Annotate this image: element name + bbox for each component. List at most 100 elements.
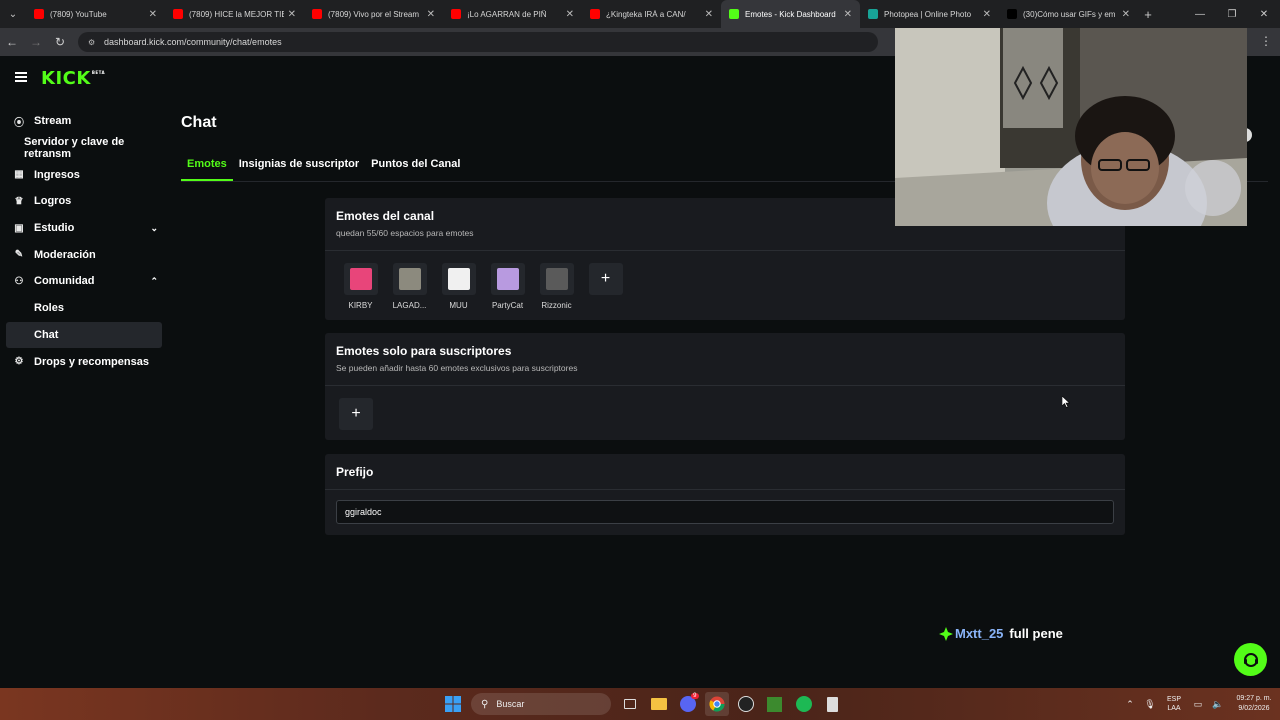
tab-emotes[interactable]: Emotes bbox=[181, 154, 233, 181]
windows-start-icon[interactable] bbox=[441, 692, 465, 716]
calculator-icon[interactable] bbox=[821, 692, 845, 716]
close-tab-icon[interactable]: ✕ bbox=[983, 9, 991, 20]
network-icon[interactable]: ▭ bbox=[1188, 699, 1208, 710]
sidebar-item-chat[interactable]: Chat bbox=[6, 321, 162, 349]
system-tray: ⌃ 🎙 ESP LAA ▭ 🔈 09:27 p. m. 9/02/2026 bbox=[1120, 688, 1280, 720]
sidebar-item-logros[interactable]: ♛ Logros bbox=[0, 188, 170, 215]
chat-message: full pene bbox=[1009, 626, 1063, 641]
emote-item[interactable]: Rizzonic bbox=[532, 263, 581, 310]
chevron-up-icon[interactable]: ⌃ bbox=[150, 276, 158, 287]
lang-layout: LAA bbox=[1167, 705, 1181, 712]
close-tab-icon[interactable]: ✕ bbox=[1122, 9, 1130, 20]
tab-search-chevron-icon[interactable]: ⌄ bbox=[0, 0, 26, 28]
emote-image bbox=[496, 268, 519, 290]
chat-username: Mxtt_25 bbox=[955, 626, 1004, 641]
sparkle-icon bbox=[939, 626, 953, 641]
panel-header: Emotes solo para suscriptores Se pueden … bbox=[325, 333, 1125, 386]
close-tab-icon[interactable]: ✕ bbox=[288, 9, 296, 20]
sidebar-item-label: Chat bbox=[34, 328, 59, 341]
emote-item[interactable]: KIRBY bbox=[336, 263, 385, 310]
site-settings-icon[interactable]: ⚙ bbox=[88, 38, 98, 47]
add-sub-emote-button[interactable]: + bbox=[339, 398, 373, 430]
language-indicator[interactable]: ESP LAA bbox=[1160, 695, 1188, 713]
chrome-icon[interactable] bbox=[704, 692, 729, 716]
url-text: dashboard.kick.com/community/chat/emotes bbox=[104, 37, 282, 47]
sidebar-item-stream[interactable]: ⦿ Stream bbox=[0, 108, 170, 135]
taskbar-center: ⚲ Buscar 9 bbox=[438, 691, 847, 717]
window-controls: — ❐ ✕ bbox=[1184, 0, 1280, 28]
browser-tab[interactable]: (30)Cómo usar GIFs y em ✕ bbox=[999, 0, 1138, 28]
close-window-icon[interactable]: ✕ bbox=[1248, 0, 1280, 28]
tab-puntos[interactable]: Puntos del Canal bbox=[365, 154, 466, 181]
emote-image bbox=[545, 268, 568, 290]
sidebar-item-moderacion[interactable]: ✎ Moderación bbox=[0, 241, 170, 268]
restore-icon[interactable]: ❐ bbox=[1216, 0, 1248, 28]
sidebar: ⦿ Stream Servidor y clave de retransm ▦ … bbox=[0, 108, 170, 375]
browser-tab[interactable]: Emotes - Kick Dashboard ✕ bbox=[721, 0, 860, 28]
tab-insignias[interactable]: Insignias de suscriptor bbox=[233, 154, 365, 181]
emote-item[interactable]: LAGAD... bbox=[385, 263, 434, 310]
spotify-icon[interactable] bbox=[792, 692, 816, 716]
forward-icon[interactable]: → bbox=[24, 28, 48, 56]
clock[interactable]: 09:27 p. m. 9/02/2026 bbox=[1228, 694, 1280, 714]
file-explorer-icon[interactable] bbox=[647, 692, 671, 716]
sidebar-item-server-key[interactable]: Servidor y clave de retransm bbox=[0, 135, 170, 162]
close-tab-icon[interactable]: ✕ bbox=[149, 9, 157, 20]
tab-title: (7809) Vivo por el Stream bbox=[328, 9, 420, 19]
close-tab-icon[interactable]: ✕ bbox=[427, 9, 435, 20]
emote-image bbox=[398, 268, 421, 290]
add-emote-button[interactable]: + bbox=[588, 263, 623, 295]
new-tab-button[interactable]: + bbox=[1138, 7, 1158, 22]
discord-icon[interactable]: 9 bbox=[676, 692, 700, 716]
sidebar-item-comunidad[interactable]: ⚇ Comunidad ⌃ bbox=[0, 268, 170, 295]
browser-tab[interactable]: (7809) Vivo por el Stream ✕ bbox=[304, 0, 443, 28]
tab-title: ¿Kingteka IRÁ a CAN/ bbox=[606, 9, 686, 19]
emote-thumbnail[interactable] bbox=[343, 263, 378, 295]
tab-favicon-icon bbox=[1007, 9, 1017, 19]
emote-thumbnail[interactable] bbox=[539, 263, 574, 295]
browser-tab[interactable]: (7809) HICE la MEJOR TIE ✕ bbox=[165, 0, 304, 28]
sidebar-item-drops[interactable]: ⚙ Drops y recompensas bbox=[0, 348, 170, 375]
taskbar-search[interactable]: ⚲ Buscar bbox=[471, 693, 611, 715]
address-bar[interactable]: ⚙ dashboard.kick.com/community/chat/emot… bbox=[78, 32, 878, 52]
browser-menu-icon[interactable]: ⋮ bbox=[1260, 34, 1272, 48]
tab-favicon-icon bbox=[729, 9, 739, 19]
clock-date: 9/02/2026 bbox=[1238, 705, 1270, 712]
close-tab-icon[interactable]: ✕ bbox=[566, 9, 574, 20]
panel-header: Prefijo bbox=[325, 454, 1125, 490]
browser-tab[interactable]: Photopea | Online Photo ✕ bbox=[860, 0, 999, 28]
minecraft-icon[interactable] bbox=[763, 692, 787, 716]
webcam-overlay bbox=[895, 28, 1247, 226]
panel-subtitle: Se pueden añadir hasta 60 emotes exclusi… bbox=[336, 363, 578, 373]
chart-icon: ▦ bbox=[14, 169, 24, 181]
emote-thumbnail[interactable] bbox=[490, 263, 525, 295]
close-tab-icon[interactable]: ✕ bbox=[844, 9, 852, 20]
emote-item[interactable]: MUU bbox=[434, 263, 483, 310]
kick-logo[interactable]: KICKBETA bbox=[41, 68, 105, 89]
emote-thumbnail[interactable] bbox=[441, 263, 476, 295]
browser-tab[interactable]: (7809) YouTube ✕ bbox=[26, 0, 165, 28]
minimize-icon[interactable]: — bbox=[1184, 0, 1216, 28]
sidebar-item-label: Ingresos bbox=[34, 168, 80, 181]
help-chat-button[interactable] bbox=[1234, 643, 1267, 676]
browser-tab[interactable]: ¡Lo AGARRAN de PIÑ ✕ bbox=[443, 0, 582, 28]
browser-tab[interactable]: ¿Kingteka IRÁ a CAN/ ✕ bbox=[582, 0, 721, 28]
volume-icon[interactable]: 🔈 bbox=[1208, 699, 1228, 710]
sidebar-item-estudio[interactable]: ▣ Estudio ⌄ bbox=[0, 215, 170, 242]
obs-icon[interactable] bbox=[734, 692, 758, 716]
beta-badge: BETA bbox=[91, 70, 106, 75]
sidebar-item-roles[interactable]: Roles bbox=[0, 295, 170, 322]
reload-icon[interactable]: ↻ bbox=[48, 28, 72, 56]
sidebar-item-ingresos[interactable]: ▦ Ingresos bbox=[0, 161, 170, 188]
task-view-icon[interactable] bbox=[618, 692, 642, 716]
stream-chat-overlay: Mxtt_25 full pene bbox=[939, 626, 1063, 641]
chevron-up-icon[interactable]: ⌃ bbox=[1120, 699, 1140, 710]
back-icon[interactable]: ← bbox=[0, 28, 24, 56]
emote-thumbnail[interactable] bbox=[392, 263, 427, 295]
prefix-input[interactable] bbox=[336, 500, 1114, 524]
emote-item[interactable]: PartyCat bbox=[483, 263, 532, 310]
microphone-icon[interactable]: 🎙 bbox=[1140, 699, 1160, 710]
close-tab-icon[interactable]: ✕ bbox=[705, 9, 713, 20]
hamburger-menu-icon[interactable] bbox=[15, 72, 27, 82]
chevron-down-icon[interactable]: ⌄ bbox=[150, 223, 158, 234]
